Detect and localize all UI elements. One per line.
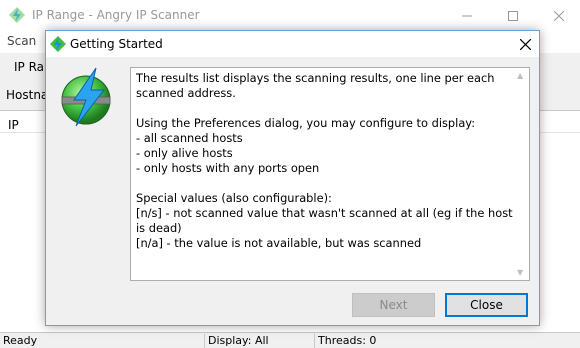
status-bar: Ready Display: All Threads: 0	[0, 332, 580, 348]
app-logo-icon	[9, 7, 25, 23]
angry-ip-scanner-window: IP Range - Angry IP Scanner Scan IP Ra H…	[0, 0, 580, 348]
angry-ip-scanner-logo-icon	[61, 67, 111, 127]
dialog-close-icon[interactable]	[510, 31, 540, 57]
dialog-titlebar: Getting Started	[46, 31, 539, 57]
hostname-label: Hostna	[6, 88, 49, 102]
next-button[interactable]: Next	[352, 293, 435, 317]
main-titlebar: IP Range - Angry IP Scanner	[0, 0, 580, 31]
dialog-app-icon	[50, 36, 66, 52]
close-button[interactable]: Close	[445, 293, 528, 317]
column-ip-header[interactable]: IP	[8, 118, 19, 132]
scroll-up-icon[interactable]: ▲	[517, 71, 523, 80]
ip-range-label: IP Ra	[14, 60, 45, 74]
text-scrollbar[interactable]: ▲ ▼	[513, 68, 529, 280]
main-window-title: IP Range - Angry IP Scanner	[32, 8, 200, 22]
dialog-title: Getting Started	[70, 37, 163, 51]
status-display: Display: All	[204, 334, 314, 348]
maximize-icon[interactable]	[490, 0, 536, 31]
getting-started-dialog: Getting Started The results list display…	[45, 30, 540, 326]
getting-started-text: The results list displays the scanning r…	[136, 71, 513, 250]
status-state: Ready	[3, 334, 38, 347]
close-icon[interactable]	[536, 0, 580, 31]
status-threads: Threads: 0	[314, 334, 424, 348]
menu-scan[interactable]: Scan	[7, 34, 36, 48]
minimize-icon[interactable]	[444, 0, 490, 31]
scroll-down-icon[interactable]: ▼	[517, 268, 523, 277]
getting-started-text-area[interactable]: The results list displays the scanning r…	[130, 67, 530, 281]
